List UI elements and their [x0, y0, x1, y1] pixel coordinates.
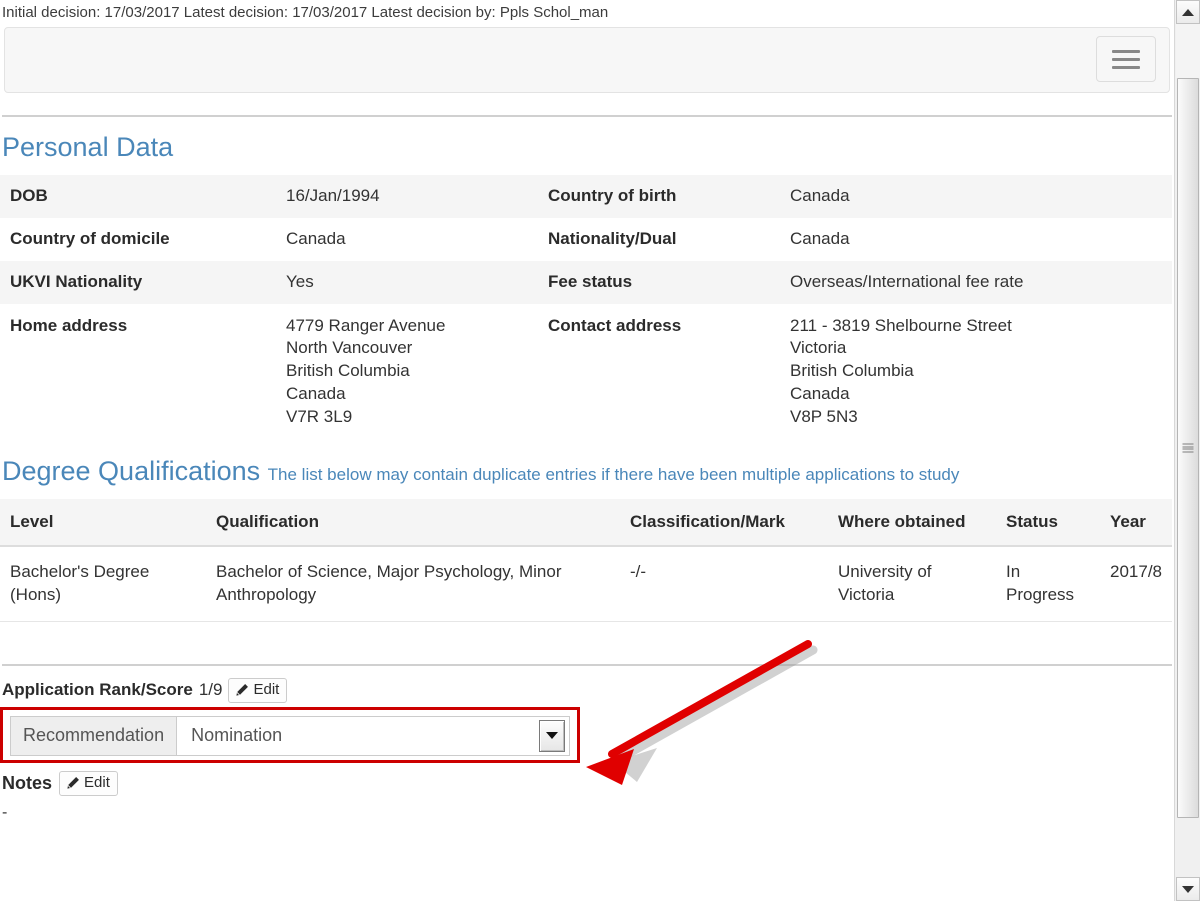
spacer — [0, 622, 1174, 664]
fee-status-label: Fee status — [538, 261, 780, 304]
cell-where-obtained: University of Victoria — [828, 546, 996, 621]
table-row: UKVI Nationality Yes Fee status Overseas… — [0, 261, 1172, 304]
caret-down-icon[interactable] — [539, 720, 565, 752]
hamburger-bar-1 — [1112, 50, 1140, 53]
recommendation-select[interactable]: Nomination — [176, 716, 570, 756]
recommendation-input-group: Recommendation Nomination — [10, 716, 570, 756]
home-address-label: Home address — [0, 304, 276, 442]
caret-up-icon — [1182, 9, 1194, 16]
cell-status: In Progress — [996, 546, 1100, 621]
col-header-qualification: Qualification — [206, 499, 620, 546]
scroll-down-button[interactable] — [1176, 877, 1200, 901]
table-row: Country of domicile Canada Nationality/D… — [0, 218, 1172, 261]
notes-row: Notes Edit — [2, 771, 1174, 796]
nationality-dual-value: Canada — [780, 218, 1172, 261]
degree-qualifications-subtitle: The list below may contain duplicate ent… — [268, 465, 960, 484]
caret-down-icon — [1182, 886, 1194, 893]
application-rank-title: Application Rank/Score — [2, 680, 193, 700]
notes-body: - — [2, 804, 1174, 822]
table-row: DOB 16/Jan/1994 Country of birth Canada — [0, 175, 1172, 218]
col-header-classification: Classification/Mark — [620, 499, 828, 546]
country-of-domicile-value: Canada — [276, 218, 538, 261]
application-rank-value: 1/9 — [199, 680, 223, 700]
notes-title: Notes — [2, 773, 52, 794]
col-header-status: Status — [996, 499, 1100, 546]
scrollbar-thumb[interactable] — [1177, 78, 1199, 818]
contact-address-line: Canada — [790, 383, 1164, 406]
degree-qualifications-title: Degree Qualifications — [2, 456, 260, 486]
divider-before-rank — [2, 664, 1172, 666]
table-header-row: Level Qualification Classification/Mark … — [0, 499, 1172, 546]
contact-address-line: 211 - 3819 Shelbourne Street — [790, 315, 1164, 338]
home-address-line: Canada — [286, 383, 530, 406]
table-row: Bachelor's Degree (Hons) Bachelor of Sci… — [0, 546, 1172, 621]
personal-data-table: DOB 16/Jan/1994 Country of birth Canada … — [0, 175, 1172, 442]
contact-address-line: V8P 5N3 — [790, 406, 1164, 429]
col-header-level: Level — [0, 499, 206, 546]
fee-status-value: Overseas/International fee rate — [780, 261, 1172, 304]
page-content: Initial decision: 17/03/2017 Latest deci… — [0, 0, 1174, 822]
divider-top — [2, 115, 1172, 117]
scrollbar-grip — [1183, 444, 1194, 453]
ukvi-nationality-label: UKVI Nationality — [0, 261, 276, 304]
dob-label: DOB — [0, 175, 276, 218]
degree-qualifications-table: Level Qualification Classification/Mark … — [0, 499, 1172, 622]
edit-application-rank-button[interactable]: Edit — [228, 678, 287, 703]
scroll-up-button[interactable] — [1176, 0, 1200, 24]
home-address-line: North Vancouver — [286, 337, 530, 360]
country-of-birth-label: Country of birth — [538, 175, 780, 218]
country-of-birth-value: Canada — [780, 175, 1172, 218]
action-panel — [4, 27, 1170, 93]
degree-qualifications-heading: Degree Qualifications The list below may… — [2, 457, 1174, 487]
cell-year: 2017/8 — [1100, 546, 1172, 621]
nationality-dual-label: Nationality/Dual — [538, 218, 780, 261]
edit-notes-button[interactable]: Edit — [59, 771, 118, 796]
personal-data-heading: Personal Data — [2, 133, 1174, 163]
cell-level: Bachelor's Degree (Hons) — [0, 546, 206, 621]
hamburger-bar-2 — [1112, 58, 1140, 61]
pencil-icon — [235, 683, 249, 697]
application-rank-row: Application Rank/Score 1/9 Edit — [2, 678, 1174, 703]
col-header-where-obtained: Where obtained — [828, 499, 996, 546]
contact-address-label: Contact address — [538, 304, 780, 442]
cell-classification: -/- — [620, 546, 828, 621]
home-address-line: V7R 3L9 — [286, 406, 530, 429]
home-address-line: British Columbia — [286, 360, 530, 383]
cell-qualification: Bachelor of Science, Major Psychology, M… — [206, 546, 620, 621]
contact-address-value: 211 - 3819 Shelbourne Street Victoria Br… — [780, 304, 1172, 442]
hamburger-icon[interactable] — [1096, 36, 1156, 82]
scrollbar-track[interactable] — [1176, 24, 1200, 78]
table-row: Home address 4779 Ranger Avenue North Va… — [0, 304, 1172, 442]
home-address-value: 4779 Ranger Avenue North Vancouver Briti… — [276, 304, 538, 442]
col-header-year: Year — [1100, 499, 1172, 546]
edit-notes-label: Edit — [84, 774, 110, 792]
pencil-icon — [66, 776, 80, 790]
recommendation-selected-value: Nomination — [191, 725, 282, 746]
home-address-line: 4779 Ranger Avenue — [286, 315, 530, 338]
recommendation-label: Recommendation — [10, 716, 176, 756]
contact-address-line: Victoria — [790, 337, 1164, 360]
vertical-scrollbar[interactable] — [1174, 0, 1200, 901]
screenshot-root: Initial decision: 17/03/2017 Latest deci… — [0, 0, 1200, 901]
page-viewport: Initial decision: 17/03/2017 Latest deci… — [0, 0, 1174, 901]
hamburger-bar-3 — [1112, 66, 1140, 69]
dob-value: 16/Jan/1994 — [276, 175, 538, 218]
recommendation-highlight-box: Recommendation Nomination — [0, 707, 580, 763]
decision-summary-line: Initial decision: 17/03/2017 Latest deci… — [0, 0, 1174, 25]
ukvi-nationality-value: Yes — [276, 261, 538, 304]
contact-address-line: British Columbia — [790, 360, 1164, 383]
edit-application-rank-label: Edit — [253, 681, 279, 699]
country-of-domicile-label: Country of domicile — [0, 218, 276, 261]
